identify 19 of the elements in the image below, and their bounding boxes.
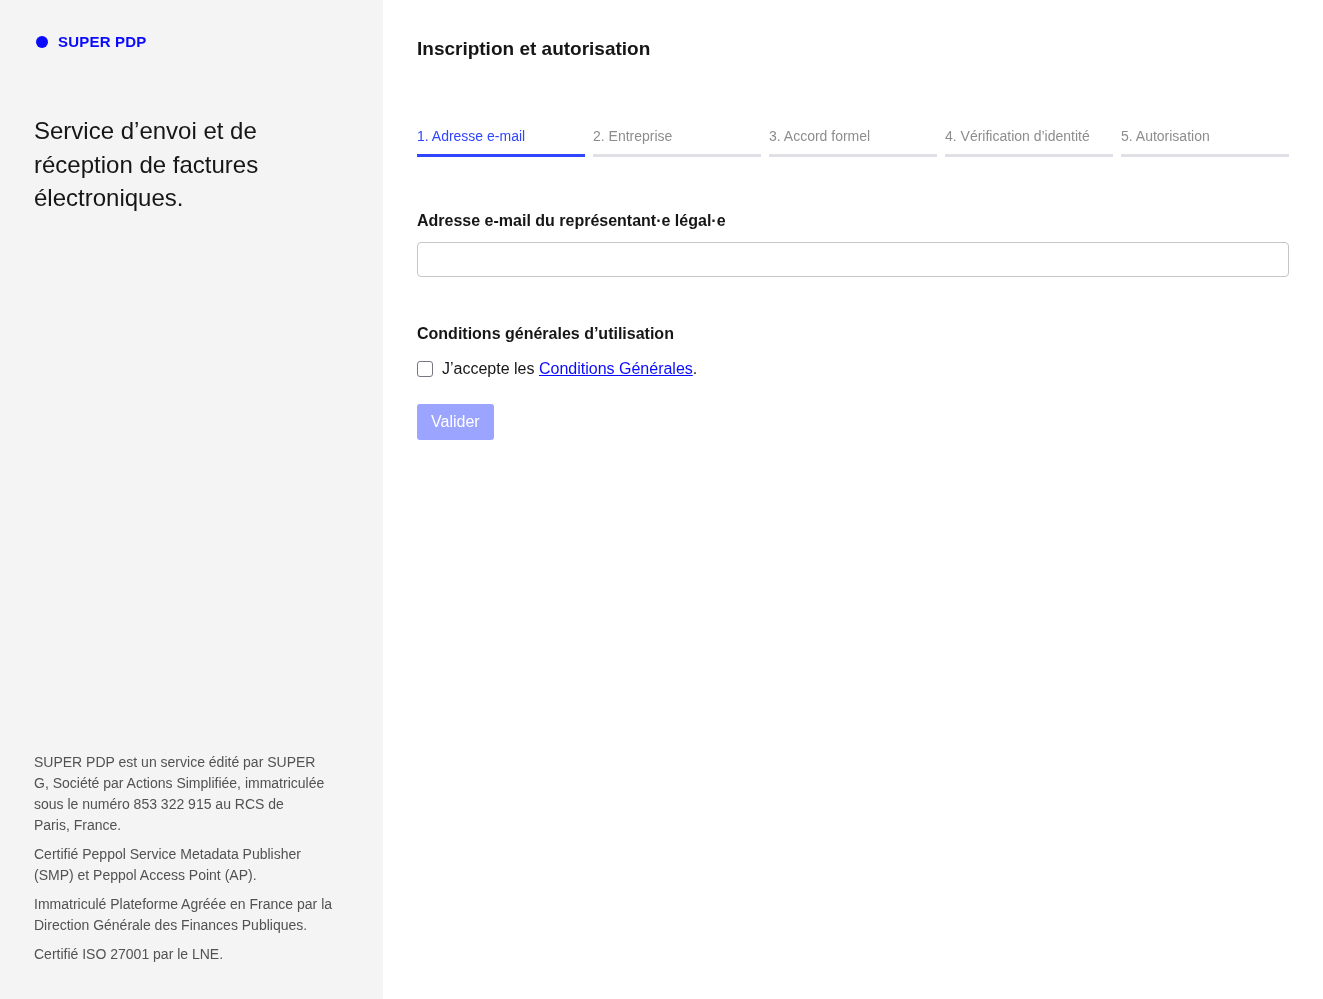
terms-consent-text: J’accepte les Conditions Générales. xyxy=(442,359,698,379)
page-title: Inscription et autorisation xyxy=(417,37,651,61)
section-heading: Conditions générales d’utilisation xyxy=(417,324,674,344)
step-tab[interactable]: 2. Entreprise xyxy=(593,128,761,157)
email-input-field[interactable] xyxy=(417,242,1289,277)
field-label: Adresse e-mail du représentant·e légal·e xyxy=(417,211,726,231)
footer-text: Certifié ISO 27001 par le LNE. xyxy=(34,945,225,964)
step-tab[interactable]: 1. Adresse e-mail xyxy=(417,128,585,157)
step-tab[interactable]: 5. Autorisation xyxy=(1121,128,1289,157)
tagline: Service d’envoi et de réception de factures électroniques. xyxy=(34,116,260,213)
logo-text: SUPER PDP xyxy=(58,33,147,50)
terms-link[interactable]: Conditions Générales xyxy=(538,360,693,377)
checkbox[interactable] xyxy=(417,361,433,377)
footer-text: SUPER PDP est un service édité par SUPER G, Société par Actions Simplifiée, immatriculée sous le numéro 853 322 915 au RCS de Paris, France. xyxy=(34,753,326,835)
step-tab[interactable]: 3. Accord formel xyxy=(769,128,937,157)
logo-dot-icon xyxy=(36,35,48,48)
step-tab[interactable]: 4. Vérification d’identité xyxy=(945,128,1113,157)
footer-text: Certifié Peppol Service Metadata Publisher (SMP) et Peppol Access Point (AP). xyxy=(34,845,302,885)
footer-text: Immatriculé Plateforme Agréée en France par la Direction Générale des Finances Publiques. xyxy=(34,895,334,935)
